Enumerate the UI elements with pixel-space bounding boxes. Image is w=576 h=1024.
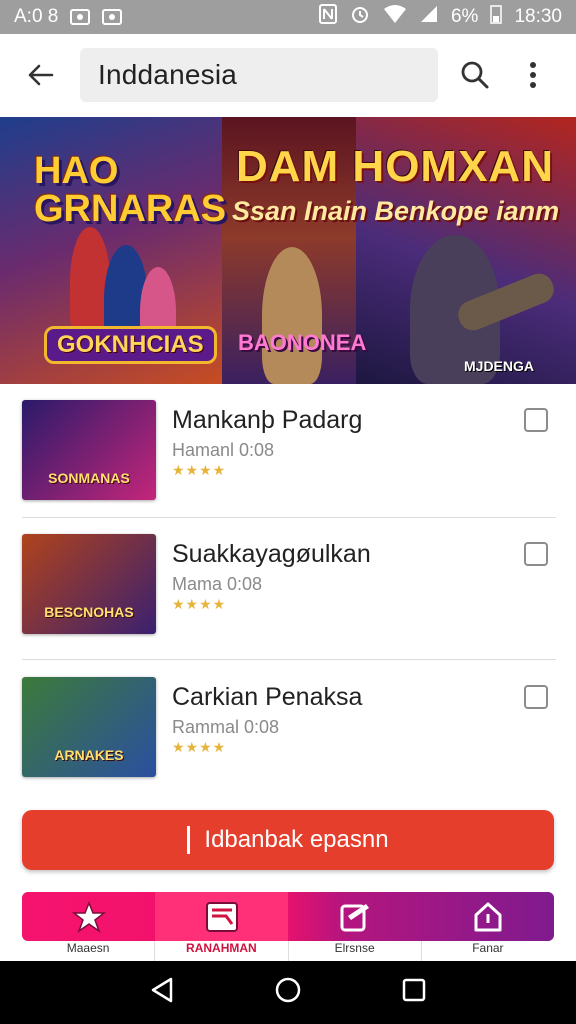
banner-subtitle: Ssan Inain Benkope ianm	[232, 196, 560, 226]
game-thumbnail: BESCNOHAS	[22, 534, 156, 634]
nav-item-elrsnse[interactable]	[288, 892, 421, 941]
nav-item-fanar[interactable]	[421, 892, 554, 941]
item-subtitle: Hamanl 0:08	[172, 440, 275, 460]
nfc-icon	[318, 4, 337, 30]
rating-stars: ★★★★	[172, 462, 227, 478]
divider	[22, 659, 556, 660]
banner-logo-bottom-left: GOKNHCIAS	[44, 326, 217, 364]
list-item[interactable]: ARNAKES Carkian Penaksa Rammal 0:08 ★★★★	[0, 661, 576, 802]
list-item[interactable]: SONMANAS Mankanþ Padarg Hamanl 0:08 ★★★★	[0, 384, 576, 525]
bottom-navigation-labels: Maaesn RANAHMAN Elrsnse Fanar	[22, 941, 554, 961]
banner-title: DAM HOMXAN	[236, 142, 554, 191]
edit-icon	[340, 903, 369, 931]
banner-tag: MJDENGA	[464, 358, 535, 374]
system-home-button[interactable]	[274, 976, 302, 1009]
banner-logo-left: HAO GRNARAS	[34, 150, 227, 230]
item-subtitle: Mama 0:08	[172, 574, 263, 594]
game-thumbnail: SONMANAS	[22, 400, 156, 500]
search-icon	[461, 61, 489, 89]
home-circle-icon	[275, 977, 301, 1003]
more-vert-icon	[530, 62, 536, 88]
battery-icon	[490, 4, 503, 30]
banner-character	[262, 247, 322, 384]
cursor-bar-icon	[187, 826, 191, 854]
wifi-icon	[383, 4, 407, 30]
item-checkbox[interactable]	[524, 685, 548, 709]
star-icon	[71, 900, 106, 933]
rating-stars: ★★★★	[172, 596, 227, 612]
search-button[interactable]	[446, 34, 504, 116]
thumbnail-text: BESCNOHAS	[44, 604, 134, 620]
status-time-left: A:0 8	[14, 6, 59, 27]
system-navigation-bar	[0, 961, 576, 1024]
nav-label: Maaesn	[22, 941, 156, 961]
item-subtitle: Rammal 0:08	[172, 717, 280, 737]
nav-item-maaesn[interactable]	[22, 892, 155, 941]
bottom-navigation	[22, 892, 554, 941]
alarm-icon	[349, 3, 371, 31]
primary-action-label: Idbanbak epasnn	[204, 826, 389, 853]
status-bar: A:0 8 6% 18:30	[0, 0, 576, 34]
thumbnail-text: SONMANAS	[48, 470, 130, 486]
item-checkbox[interactable]	[524, 542, 548, 566]
status-time-right: 18:30	[514, 6, 562, 27]
nav-label: Elrsnse	[289, 941, 422, 961]
back-button[interactable]	[0, 34, 80, 116]
nav-label: Fanar	[472, 941, 504, 955]
battery-percent: 6%	[450, 6, 479, 27]
top-app-bar: Inddanesia	[0, 34, 576, 116]
camera-icon	[70, 9, 91, 25]
home-icon	[474, 902, 501, 931]
arrow-left-icon	[28, 64, 54, 86]
signal-icon	[419, 4, 439, 30]
game-list: SONMANAS Mankanþ Padarg Hamanl 0:08 ★★★★…	[0, 384, 576, 802]
nav-label-active: RANAHMAN	[155, 941, 289, 961]
banner-logo-center: BAONONEA	[238, 330, 367, 355]
item-title: Mankanþ Padarg	[172, 406, 363, 434]
system-recents-button[interactable]	[401, 977, 427, 1008]
rating-stars: ★★★★	[172, 739, 227, 755]
search-input[interactable]: Inddanesia	[80, 48, 438, 102]
system-back-button[interactable]	[149, 976, 175, 1009]
image-icon	[205, 901, 238, 932]
item-title: Suakkayaɡøulkan	[172, 540, 371, 568]
nav-item-ranahman[interactable]	[155, 892, 288, 941]
item-title: Carkian Penaksa	[172, 683, 363, 711]
game-thumbnail: ARNAKES	[22, 677, 156, 777]
primary-action-button[interactable]: Idbanbak epasnn	[22, 810, 554, 870]
thumbnail-text: ARNAKES	[54, 747, 124, 763]
list-item[interactable]: BESCNOHAS Suakkayaɡøulkan Mama 0:08 ★★★★	[0, 518, 576, 659]
recents-square-icon	[402, 978, 425, 1002]
more-options-button[interactable]	[504, 34, 562, 116]
back-triangle-icon	[152, 977, 173, 1003]
item-checkbox[interactable]	[524, 408, 548, 432]
notification-icon	[102, 9, 123, 25]
